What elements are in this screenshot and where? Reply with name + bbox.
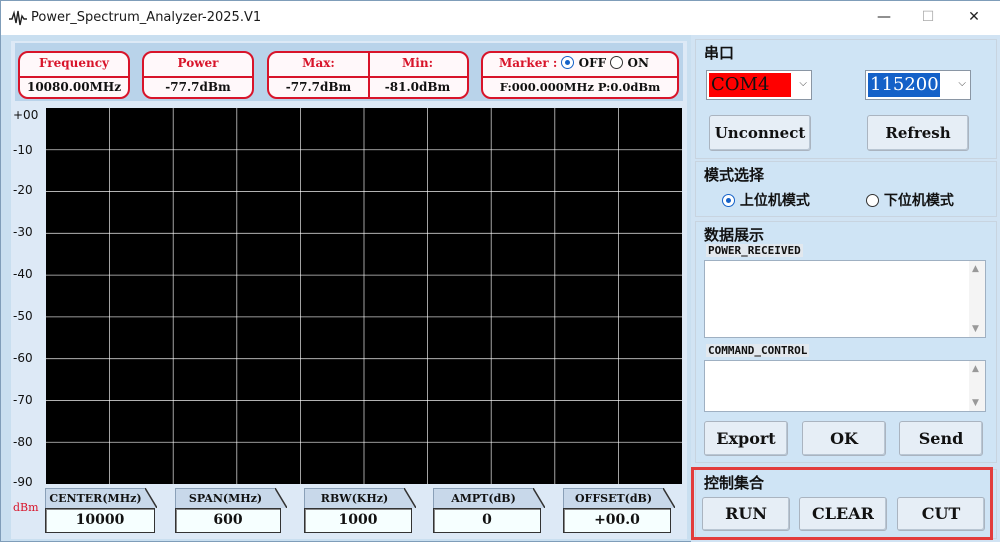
y-tick-label: -40 [13, 267, 33, 281]
frequency-label: Frequency [38, 56, 110, 70]
refresh-button[interactable]: Refresh [867, 115, 969, 151]
param-ampt[interactable]: AMPT(dB) 0 [433, 488, 545, 534]
y-tick-label: -30 [13, 225, 33, 239]
scroll-up-icon[interactable]: ▲ [972, 264, 979, 274]
window-title: Power_Spectrum_Analyzer-2025.V1 [31, 10, 262, 25]
data-display-group: 数据展示 POWER_RECEIVED ▲ ▼ COMMAND_CONTROL … [695, 221, 997, 463]
close-button[interactable]: ✕ [951, 1, 997, 33]
param-rbw-field[interactable]: 1000 [304, 508, 412, 533]
data-display-group-title: 数据展示 [704, 226, 765, 244]
mode-lower-label: 下位机模式 [883, 193, 954, 209]
cut-button[interactable]: CUT [897, 497, 985, 531]
baud-select[interactable]: 115200 ⌵ [865, 70, 971, 100]
marker-on-radio[interactable] [610, 56, 624, 69]
control-group-title: 控制集合 [704, 474, 765, 492]
y-tick-label: -10 [13, 143, 33, 157]
serial-group-title: 串口 [704, 44, 735, 62]
close-icon: ✕ [968, 9, 980, 25]
chevron-down-icon: ⌵ [958, 78, 966, 89]
marker-value: F:000.000MHz P:0.0dBm [499, 80, 661, 94]
export-button[interactable]: Export [704, 421, 788, 456]
param-span-label: SPAN(MHz) [175, 488, 275, 508]
mode-upper-label: 上位机模式 [739, 193, 810, 209]
frequency-value: 10080.00MHz [26, 80, 122, 94]
scroll-up-icon[interactable]: ▲ [972, 364, 979, 374]
min-value: -81.0dBm [384, 80, 451, 94]
power-received-textbox[interactable]: ▲ ▼ [704, 260, 986, 338]
info-bar: Frequency 10080.00MHz Power -77.7dBm Max… [15, 43, 683, 101]
mode-upper-option[interactable]: 上位机模式 [722, 190, 810, 210]
unconnect-button[interactable]: Unconnect [709, 115, 811, 151]
y-unit-label: dBm [13, 501, 39, 514]
marker-on-label: ON [627, 56, 649, 70]
run-button[interactable]: RUN [702, 497, 790, 531]
scrollbar[interactable]: ▲ ▼ [969, 261, 985, 337]
param-offset-field[interactable]: +00.0 [563, 508, 671, 533]
y-tick-label: +00 [13, 108, 39, 122]
mode-upper-radio[interactable] [722, 194, 735, 207]
y-tick-label: -60 [13, 351, 33, 365]
clear-button[interactable]: CLEAR [799, 497, 887, 531]
command-control-textbox[interactable]: ▲ ▼ [704, 360, 986, 412]
title-bar: Power_Spectrum_Analyzer-2025.V1 — ☐ ✕ [1, 1, 1000, 35]
param-ampt-field[interactable]: 0 [433, 508, 541, 533]
param-rbw-label: RBW(KHz) [304, 488, 404, 508]
marker-label: Marker : [499, 56, 558, 70]
maximize-icon: ☐ [921, 9, 935, 25]
control-panel: 串口 COM4 ⌵ 115200 ⌵ Unconnect Refresh 模式选… [691, 35, 1000, 542]
param-center-label: CENTER(MHz) [45, 488, 145, 508]
power-label: Power [177, 56, 219, 70]
param-span[interactable]: SPAN(MHz) 600 [175, 488, 287, 534]
scroll-down-icon[interactable]: ▼ [972, 398, 979, 408]
max-value: -77.7dBm [285, 80, 352, 94]
minimize-button[interactable]: — [861, 1, 907, 33]
waveform-icon [9, 10, 27, 26]
param-offset[interactable]: OFFSET(dB) +00.0 [563, 488, 681, 534]
param-center-field[interactable]: 10000 [45, 508, 155, 533]
max-label: Max: [302, 56, 335, 70]
power-received-label: POWER_RECEIVED [706, 244, 803, 257]
scrollbar[interactable]: ▲ ▼ [969, 361, 985, 411]
y-tick-label: -50 [13, 309, 33, 323]
marker-off-label: OFF [578, 56, 607, 70]
send-button[interactable]: Send [899, 421, 983, 456]
marker-off-radio[interactable] [561, 56, 575, 69]
frequency-box: Frequency 10080.00MHz [18, 51, 130, 99]
param-ampt-label: AMPT(dB) [433, 488, 533, 508]
baud-select-value: 115200 [868, 73, 940, 97]
scroll-down-icon[interactable]: ▼ [972, 324, 979, 334]
spectrum-plot[interactable] [46, 108, 682, 484]
maximize-button[interactable]: ☐ [905, 1, 951, 33]
max-min-box: Max: Min: -77.7dBm -81.0dBm [267, 51, 469, 99]
spectrum-panel: Frequency 10080.00MHz Power -77.7dBm Max… [11, 41, 687, 539]
port-select-value: COM4 [709, 73, 791, 97]
power-box: Power -77.7dBm [142, 51, 254, 99]
param-span-field[interactable]: 600 [175, 508, 281, 533]
power-value: -77.7dBm [165, 80, 231, 94]
mode-group-title: 模式选择 [704, 166, 765, 184]
port-select[interactable]: COM4 ⌵ [706, 70, 812, 100]
marker-box: Marker : OFF ON F:000.000MHz P:0.0dBm [481, 51, 679, 99]
minimize-icon: — [877, 9, 891, 25]
mode-lower-radio[interactable] [866, 194, 879, 207]
y-tick-label: -70 [13, 393, 33, 407]
ok-button[interactable]: OK [802, 421, 886, 456]
control-group: 控制集合 RUN CLEAR CUT [695, 469, 997, 539]
serial-group: 串口 COM4 ⌵ 115200 ⌵ Unconnect Refresh [695, 39, 997, 159]
chevron-down-icon: ⌵ [799, 78, 807, 89]
min-label: Min: [402, 56, 433, 70]
y-tick-label: -20 [13, 183, 33, 197]
param-center[interactable]: CENTER(MHz) 10000 [45, 488, 157, 534]
app-window: Power_Spectrum_Analyzer-2025.V1 — ☐ ✕ Fr… [0, 0, 1000, 542]
y-tick-label: -90 [13, 475, 33, 489]
param-offset-label: OFFSET(dB) [563, 488, 663, 508]
mode-group: 模式选择 上位机模式 下位机模式 [695, 161, 997, 217]
mode-lower-option[interactable]: 下位机模式 [866, 190, 954, 210]
y-tick-label: -80 [13, 435, 33, 449]
command-control-label: COMMAND_CONTROL [706, 344, 810, 357]
param-rbw[interactable]: RBW(KHz) 1000 [304, 488, 416, 534]
